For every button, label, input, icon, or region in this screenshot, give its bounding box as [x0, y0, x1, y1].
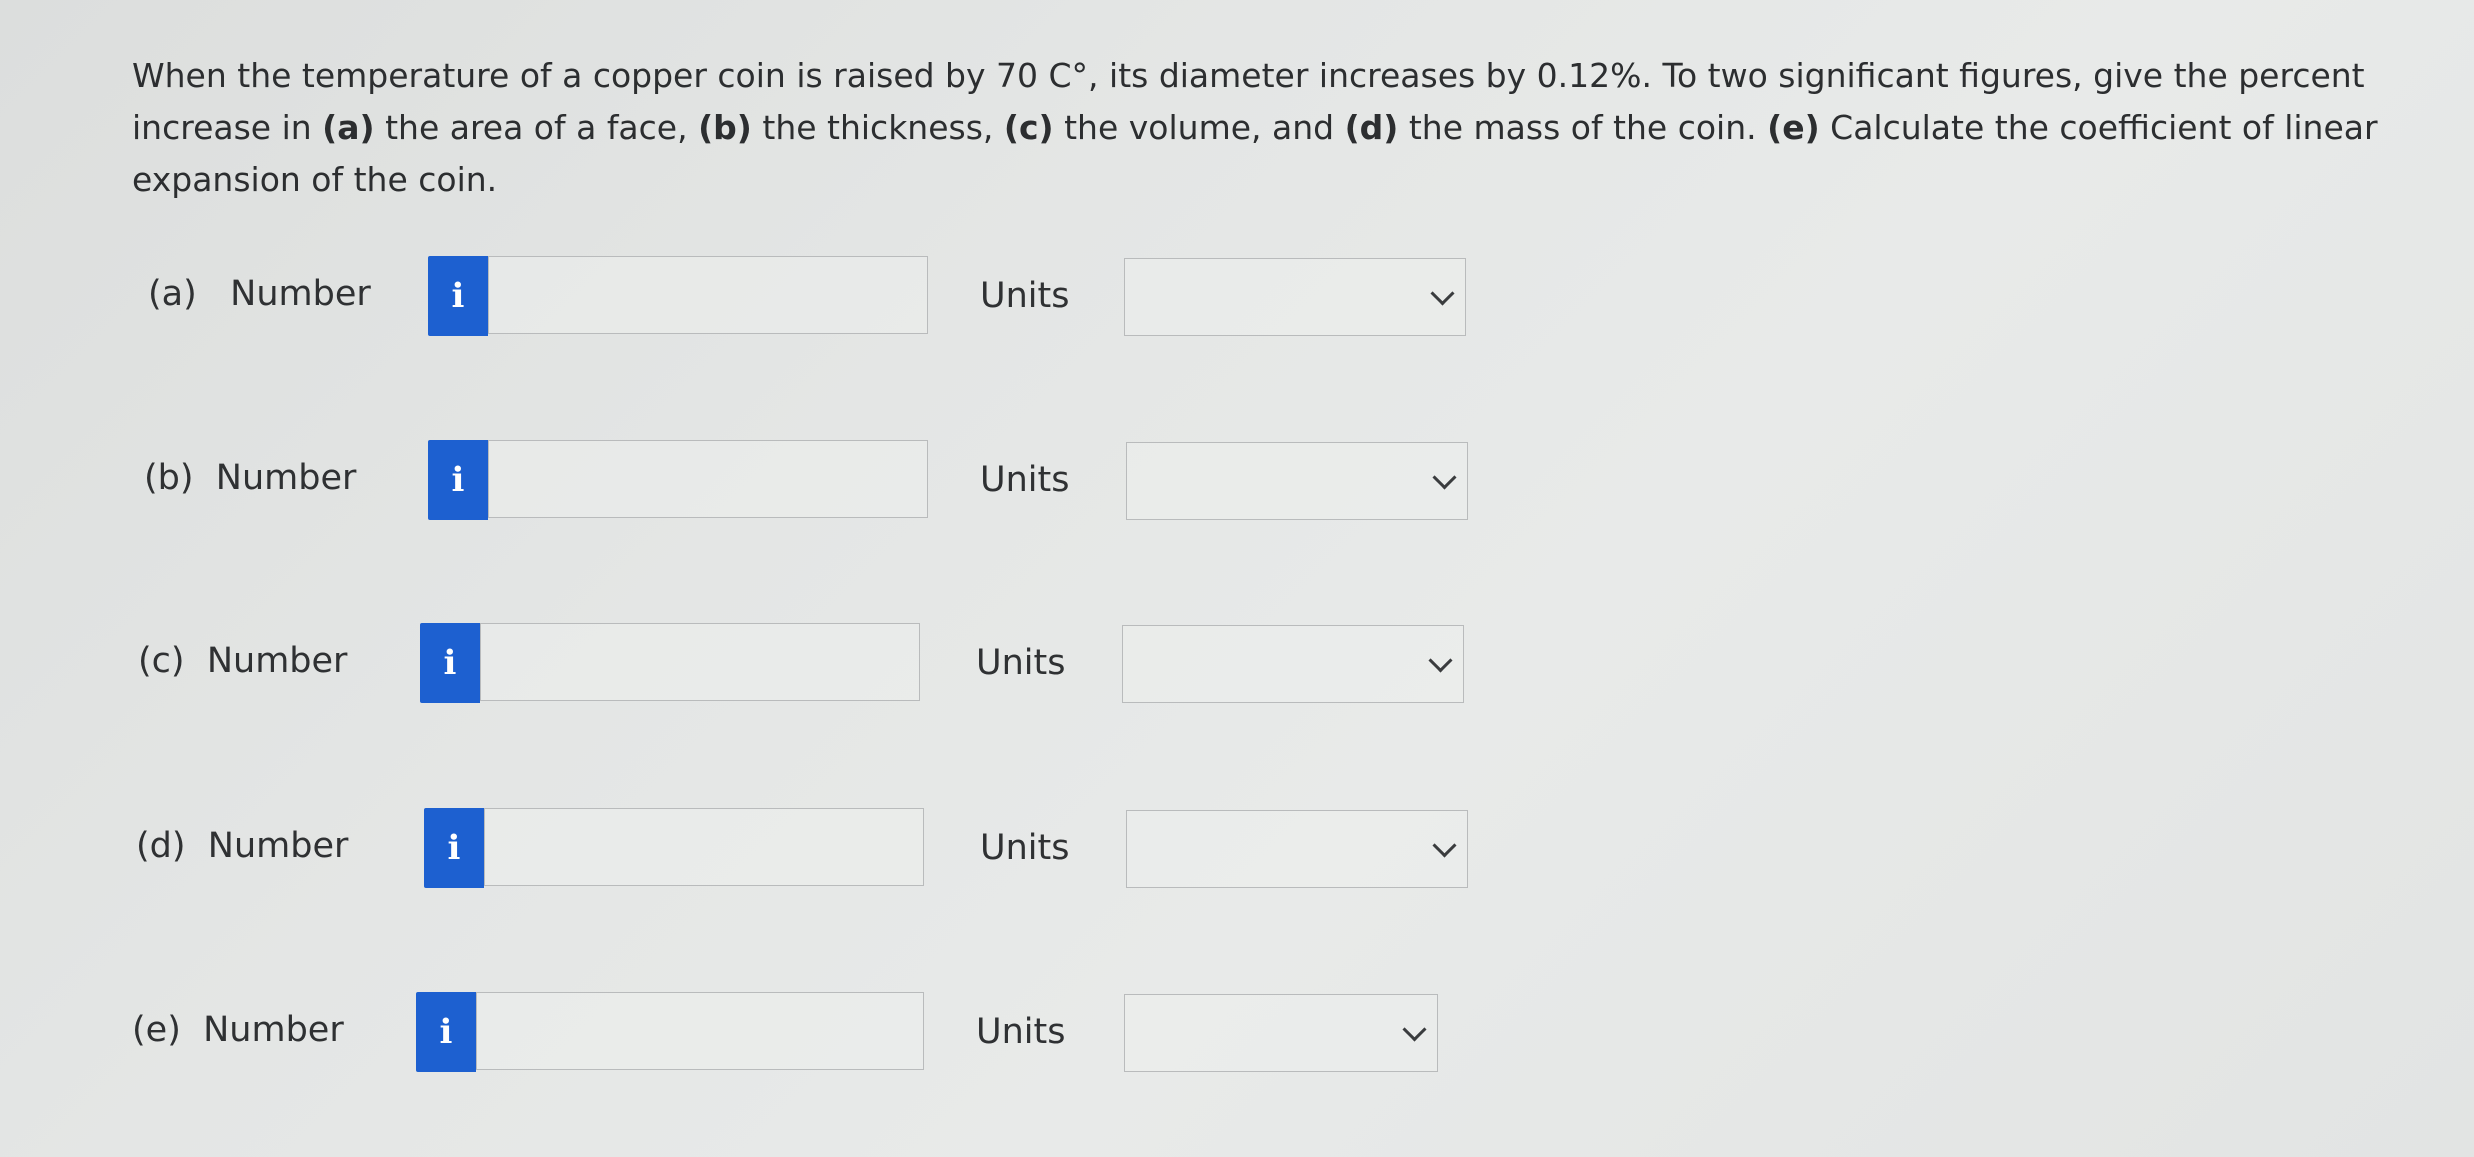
question-segment: the volume, and: [1053, 108, 1345, 147]
chevron-down-icon: [1430, 281, 1455, 306]
number-label: Number: [215, 458, 357, 498]
question-segment: the thickness,: [751, 108, 1004, 147]
number-input-e[interactable]: [476, 992, 924, 1070]
number-input-d[interactable]: [484, 808, 924, 886]
units-label: Units: [980, 828, 1070, 868]
number-label: Number: [206, 641, 348, 681]
chevron-down-icon: [1432, 465, 1457, 490]
question-segment-bold: (e): [1767, 108, 1820, 147]
units-dropdown-b[interactable]: [1126, 442, 1468, 520]
info-icon[interactable]: i: [428, 440, 488, 520]
units-label: Units: [980, 276, 1070, 316]
units-dropdown-e[interactable]: [1124, 994, 1438, 1072]
part-label-c: (c) Number: [138, 641, 347, 681]
info-icon[interactable]: i: [424, 808, 484, 888]
part-letter: (b): [144, 458, 194, 498]
units-dropdown-c[interactable]: [1122, 625, 1464, 703]
part-letter: (d): [136, 826, 186, 866]
question-text: When the temperature of a copper coin is…: [132, 50, 2412, 206]
question-segment-bold: (a): [322, 108, 375, 147]
answer-row-c: (c) Number i Units: [0, 623, 1500, 705]
chevron-down-icon: [1428, 648, 1453, 673]
info-icon[interactable]: i: [428, 256, 488, 336]
number-label: Number: [207, 826, 349, 866]
answer-row-a: (a) Number i Units: [0, 256, 1500, 338]
units-label: Units: [976, 643, 1066, 683]
units-dropdown-a[interactable]: [1124, 258, 1466, 336]
part-letter: (a): [148, 274, 197, 314]
number-input-c[interactable]: [480, 623, 920, 701]
question-segment-bold: (c): [1003, 108, 1054, 147]
units-label: Units: [976, 1012, 1066, 1052]
answer-row-b: (b) Number i Units: [0, 440, 1500, 522]
number-label: Number: [203, 1010, 344, 1050]
chevron-down-icon: [1402, 1017, 1427, 1042]
answer-row-e: (e) Number i Units: [0, 992, 1500, 1074]
info-icon[interactable]: i: [416, 992, 476, 1072]
number-input-b[interactable]: [488, 440, 928, 518]
units-label: Units: [980, 460, 1070, 500]
number-input-a[interactable]: [488, 256, 928, 334]
part-letter: (c): [138, 641, 185, 681]
chevron-down-icon: [1432, 833, 1457, 858]
question-segment-bold: (d): [1344, 108, 1399, 147]
question-segment-bold: (b): [698, 108, 752, 147]
question-segment: the area of a face,: [374, 108, 699, 147]
part-label-a: (a) Number: [148, 274, 371, 314]
question-segment: the mass of the coin.: [1398, 108, 1768, 147]
info-icon[interactable]: i: [420, 623, 480, 703]
units-dropdown-d[interactable]: [1126, 810, 1468, 888]
part-letter: (e): [132, 1010, 181, 1050]
part-label-e: (e) Number: [132, 1010, 344, 1050]
number-label: Number: [230, 274, 371, 314]
part-label-d: (d) Number: [136, 826, 348, 866]
part-label-b: (b) Number: [144, 458, 356, 498]
answer-row-d: (d) Number i Units: [0, 808, 1500, 890]
